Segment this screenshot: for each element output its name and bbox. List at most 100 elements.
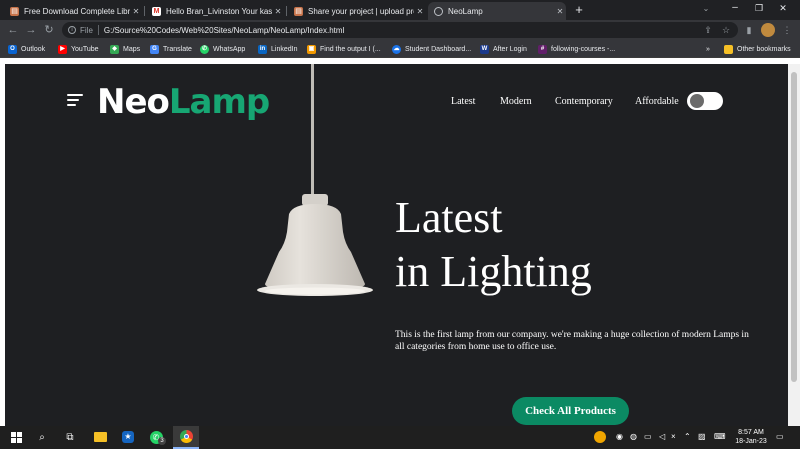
side-panel-icon[interactable]: ▮ [743, 24, 755, 36]
tab-free-download[interactable]: ▤ Free Download Complete Library ✕ [4, 2, 142, 20]
other-bookmarks[interactable]: Other bookmarks [724, 43, 791, 55]
clock-time: 8:57 AM [738, 429, 764, 436]
tab-gmail[interactable]: M Hello Bran_Livinston Your kaship ✕ [146, 2, 284, 20]
nav-affordable[interactable]: Affordable [635, 96, 679, 107]
tab-share-project[interactable]: ▤ Share your project | upload proj ✕ [288, 2, 426, 20]
bookmark-label: WhatsApp [213, 45, 246, 53]
scrollbar-thumb[interactable] [791, 72, 797, 382]
bookmarks-bar: O Outlook ▶ YouTube ◆ Maps G Translate ✆… [0, 40, 800, 58]
bookmark-whatsapp[interactable]: ✆ WhatsApp [200, 43, 245, 55]
tab-separator [286, 6, 287, 16]
expand-tray-icon[interactable]: ⌃ [684, 432, 691, 441]
record-icon[interactable]: ◉ [616, 432, 623, 441]
hero-heading-line1: Latest [395, 193, 503, 242]
bookmark-label: Student Dashboard... [405, 45, 472, 53]
tab-search-icon[interactable]: ⌄ [700, 4, 712, 16]
folder-icon [724, 44, 733, 54]
file-explorer-icon[interactable] [92, 429, 108, 445]
keyboard-icon[interactable]: ⌨ [714, 432, 726, 441]
hamburger-menu-icon[interactable] [67, 94, 83, 106]
tab-neolamp[interactable]: NeoLamp ✕ [428, 2, 566, 20]
bookmark-translate[interactable]: G Translate [150, 43, 192, 55]
wifi-icon[interactable]: ◍ [630, 432, 637, 441]
bookmark-maps[interactable]: ◆ Maps [110, 43, 140, 55]
bookmark-student-dashboard[interactable]: ☁ Student Dashboard... [392, 43, 471, 55]
network-icon[interactable]: ▨ [698, 432, 706, 441]
lamp-cord [311, 64, 314, 198]
page-scrollbar[interactable] [788, 64, 800, 426]
bookmark-outlook[interactable]: O Outlook [8, 43, 45, 55]
bookmark-linkedin[interactable]: in LinkedIn [258, 43, 297, 55]
logo[interactable]: NeoLamp [97, 82, 270, 122]
tab-title: Share your project | upload proj [308, 6, 414, 16]
neolamp-page: NeoLamp Latest Modern Contemporary Affor… [5, 64, 788, 426]
bookmark-following-courses[interactable]: # following-courses -... [538, 43, 615, 55]
book-icon: ▤ [10, 6, 19, 16]
nav-modern[interactable]: Modern [500, 96, 532, 107]
share-icon[interactable]: ⇪ [702, 24, 714, 36]
bookmark-after-login[interactable]: W After Login [480, 43, 527, 55]
bookmark-label: LinkedIn [271, 45, 298, 53]
bookmark-label: Maps [123, 45, 141, 53]
reload-icon[interactable]: ↻ [42, 23, 56, 37]
bookmark-youtube[interactable]: ▶ YouTube [58, 43, 99, 55]
close-window-icon[interactable]: ✕ [776, 3, 790, 17]
tab-separator [144, 6, 145, 16]
tab-title: Free Download Complete Library [24, 6, 130, 16]
bookmark-label: Find the output I (... [320, 45, 381, 53]
divider [97, 25, 99, 35]
nav-contemporary[interactable]: Contemporary [555, 96, 613, 107]
forward-arrow-icon[interactable]: → [24, 23, 38, 37]
url-text[interactable]: G:/Source%20Codes/Web%20Sites/NeoLamp/Ne… [104, 26, 344, 35]
gmail-icon: M [152, 6, 161, 16]
minimize-icon[interactable]: – [728, 2, 742, 16]
bookmark-star-icon[interactable]: ☆ [720, 24, 732, 36]
address-bar[interactable]: i File G:/Source%20Codes/Web%20Sites/Neo… [62, 22, 738, 38]
tab-title: Hello Bran_Livinston Your kaship [166, 6, 272, 16]
close-icon[interactable]: ✕ [272, 7, 284, 16]
bookmark-label: Outlook [21, 45, 46, 53]
battery-icon[interactable]: ▭ [644, 432, 652, 441]
linkedin-icon: in [258, 44, 267, 54]
tab-title: NeoLamp [448, 6, 483, 16]
close-icon[interactable]: ✕ [414, 7, 426, 16]
notifications-icon[interactable]: ▭ [776, 432, 784, 441]
new-tab-button[interactable]: + [572, 2, 586, 18]
windows-start-icon[interactable] [8, 429, 24, 445]
restore-icon[interactable]: ❐ [752, 3, 766, 17]
whatsapp-taskbar-icon[interactable]: ✆ 3 [148, 429, 166, 445]
cloud-icon: ☁ [392, 44, 401, 54]
browser-toolbar: ← → ↻ i File G:/Source%20Codes/Web%20Sit… [0, 20, 800, 40]
chrome-taskbar-icon[interactable] [173, 426, 199, 449]
bookmark-label: Translate [163, 45, 192, 53]
logo-lamp: Lamp [168, 82, 270, 122]
profile-avatar[interactable] [761, 23, 775, 37]
weather-icon[interactable] [594, 431, 606, 443]
security-shield-icon[interactable]: ★ [120, 429, 136, 445]
system-clock[interactable]: 8:57 AM 18-Jan-23 [735, 428, 767, 446]
nav-latest[interactable]: Latest [451, 96, 475, 107]
menu-dots-icon[interactable]: ⋮ [781, 24, 793, 36]
bookmarks-overflow-icon[interactable]: » [706, 43, 710, 55]
tab-strip: ▤ Free Download Complete Library ✕ M Hel… [0, 0, 800, 20]
mute-x-icon[interactable]: × [671, 432, 676, 441]
youtube-icon: ▶ [58, 44, 67, 54]
close-icon[interactable]: ✕ [554, 7, 566, 16]
book-icon: ▤ [294, 6, 303, 16]
search-icon[interactable]: ⌕ [34, 429, 50, 445]
bookmark-find-output[interactable]: ▣ Find the output I (... [307, 43, 381, 55]
scheme-label: File [80, 25, 93, 35]
task-view-icon[interactable]: ⧉ [62, 429, 78, 445]
close-icon[interactable]: ✕ [130, 7, 142, 16]
speaker-icon[interactable]: ◁ [659, 432, 665, 441]
bookmark-label: Other bookmarks [737, 45, 791, 53]
theme-toggle[interactable] [687, 92, 723, 110]
logo-neo: Neo [97, 82, 170, 122]
whatsapp-icon: ✆ [200, 44, 209, 54]
taskbar: ⌕ ⧉ ★ ✆ 3 ◉ ◍ ▭ ◁ × ⌃ ▨ ⌨ 8:57 AM 18-Jan… [0, 426, 800, 449]
w-icon: W [480, 44, 489, 54]
check-all-products-button[interactable]: Check All Products [512, 397, 629, 425]
back-arrow-icon[interactable]: ← [6, 23, 20, 37]
toggle-knob [690, 94, 704, 108]
info-icon[interactable]: i [68, 26, 76, 34]
